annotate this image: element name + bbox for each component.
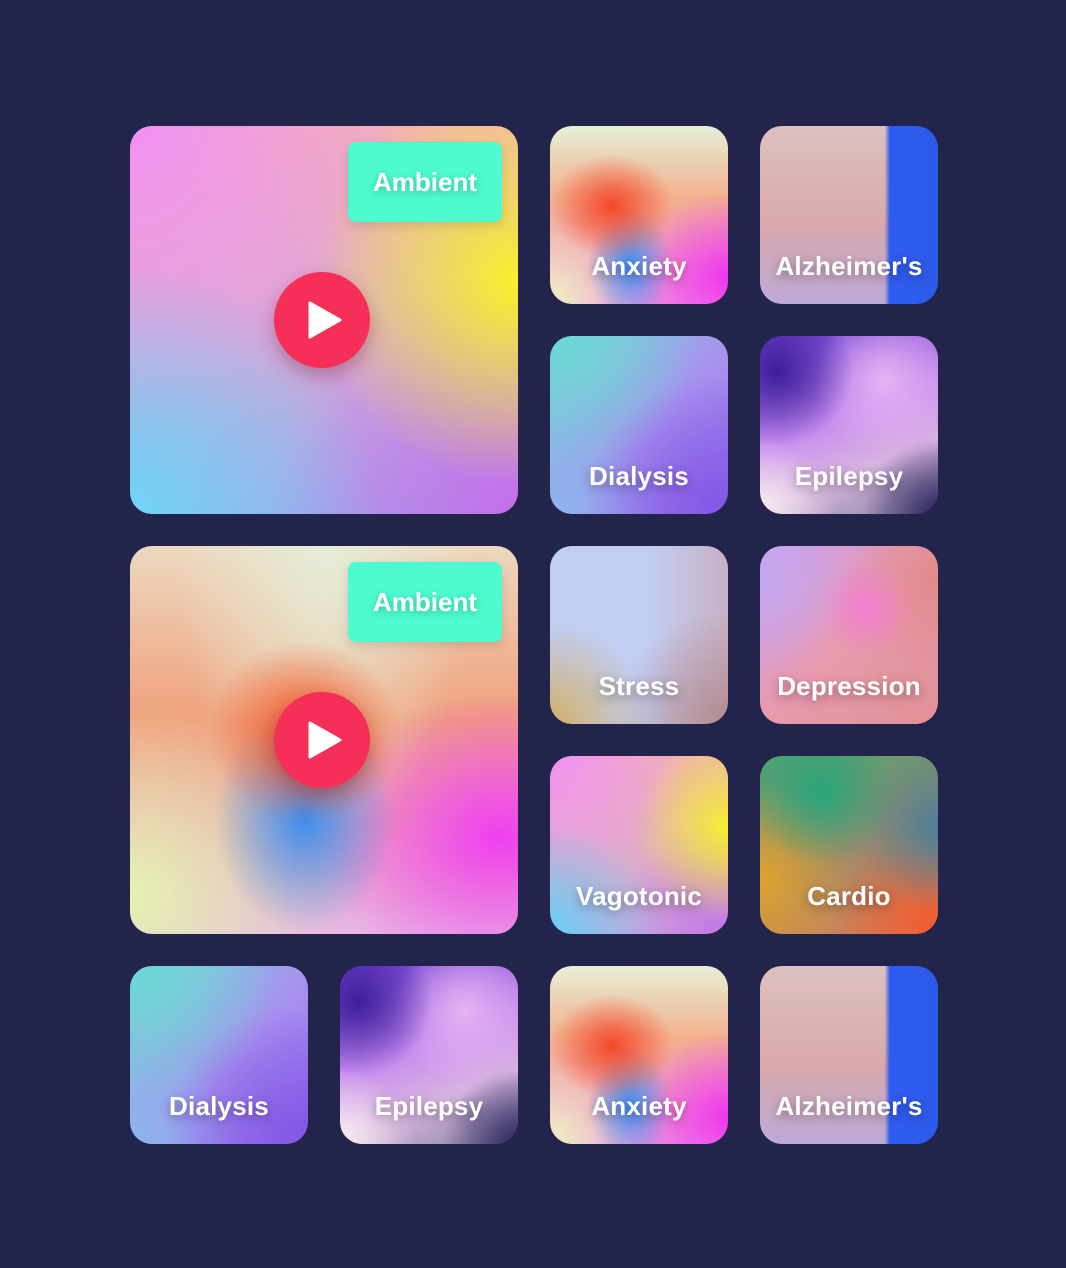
tile-label: Vagotonic <box>575 881 703 911</box>
tile-label: Anxiety <box>591 1091 687 1121</box>
tile-label: Depression <box>777 671 921 701</box>
tile-alzheimers[interactable]: Alzheimer's <box>760 966 938 1144</box>
ambient-badge[interactable]: Ambient <box>348 562 502 642</box>
play-icon <box>308 721 342 759</box>
tile-label: Epilepsy <box>374 1091 484 1121</box>
tile-anxiety[interactable]: Anxiety <box>550 126 728 304</box>
tile-stress[interactable]: Stress <box>550 546 728 724</box>
tile-label: Stress <box>598 671 680 701</box>
tile-epilepsy[interactable]: Epilepsy <box>760 336 938 514</box>
tile-alzheimers[interactable]: Alzheimer's <box>760 126 938 304</box>
play-icon <box>308 301 342 339</box>
featured-card-ambient-1[interactable]: Ambient <box>130 126 518 514</box>
tile-label: Anxiety <box>591 251 687 281</box>
tile-dialysis[interactable]: Dialysis <box>550 336 728 514</box>
tile-label: Alzheimer's <box>775 251 923 281</box>
tile-dialysis[interactable]: Dialysis <box>130 966 308 1144</box>
featured-card-ambient-2[interactable]: Ambient <box>130 546 518 934</box>
tile-anxiety[interactable]: Anxiety <box>550 966 728 1144</box>
tile-label: Dialysis <box>589 461 689 491</box>
tile-label: Cardio <box>807 881 891 911</box>
play-button[interactable] <box>274 692 370 788</box>
tile-label: Alzheimer's <box>775 1091 923 1121</box>
tile-label: Epilepsy <box>794 461 904 491</box>
tile-epilepsy[interactable]: Epilepsy <box>340 966 518 1144</box>
tile-label: Dialysis <box>169 1091 269 1121</box>
ambient-badge[interactable]: Ambient <box>348 142 502 222</box>
tile-depression[interactable]: Depression <box>760 546 938 724</box>
play-button[interactable] <box>274 272 370 368</box>
tile-vagotonic[interactable]: Vagotonic <box>550 756 728 934</box>
tile-cardio[interactable]: Cardio <box>760 756 938 934</box>
